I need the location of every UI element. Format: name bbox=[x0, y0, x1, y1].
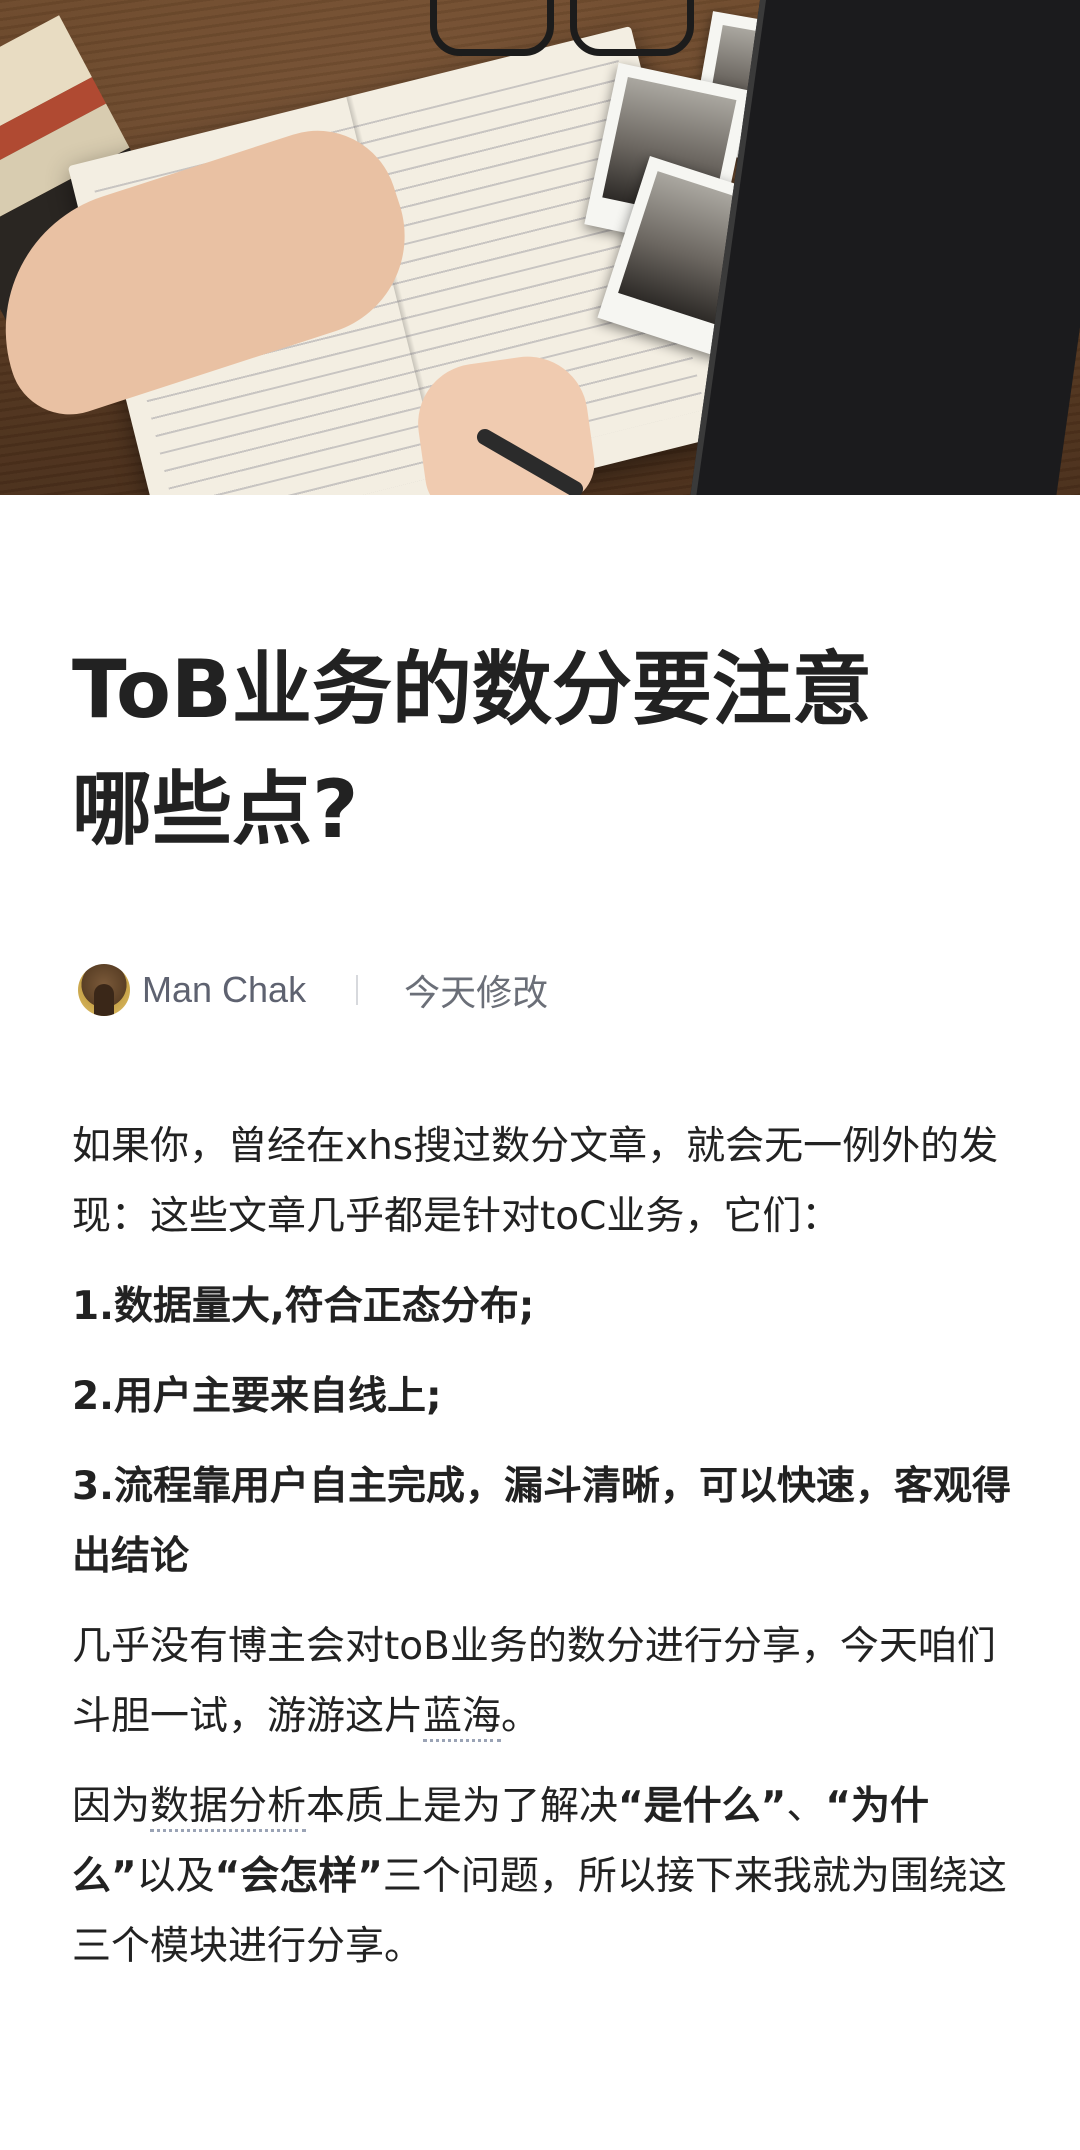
list-item: 1.数据量大,符合正态分布; bbox=[72, 1284, 535, 1329]
list-item: 3.流程靠用户自主完成，漏斗清晰，可以快速，客观得出结论 bbox=[72, 1464, 1011, 1579]
keyword-link-data-analysis[interactable]: 数据分析 bbox=[150, 1784, 307, 1832]
author-avatar[interactable] bbox=[78, 964, 130, 1016]
paragraph-three-questions: 因为数据分析本质上是为了解决“是什么”、“为什么”以及“会怎样”三个问题，所以接… bbox=[72, 1784, 1007, 1969]
article-title: ToB业务的数分要注意 哪些点? bbox=[72, 630, 1012, 870]
paragraph-blue-ocean: 几乎没有博主会对toB业务的数分进行分享，今天咱们斗胆一试，游游这片蓝海。 bbox=[72, 1612, 1032, 1752]
meta-divider bbox=[356, 975, 359, 1005]
author-name[interactable]: Man Chak bbox=[142, 969, 306, 1011]
article-meta: Man Chak 今天修改 bbox=[78, 962, 548, 1018]
keyword-link-blue-ocean[interactable]: 蓝海 bbox=[423, 1694, 502, 1742]
glasses bbox=[430, 0, 694, 62]
article-body: 如果你，曾经在xhs搜过数分文章，就会无一例外的发现：这些文章几乎都是针对toC… bbox=[72, 1112, 1032, 2002]
hero-image bbox=[0, 0, 1080, 495]
paragraph-intro: 如果你，曾经在xhs搜过数分文章，就会无一例外的发现：这些文章几乎都是针对toC… bbox=[72, 1124, 999, 1239]
title-line-1: ToB业务的数分要注意 bbox=[72, 643, 872, 736]
title-line-2: 哪些点? bbox=[72, 763, 359, 856]
list-item: 2.用户主要来自线上; bbox=[72, 1374, 442, 1419]
modified-date: 今天修改 bbox=[404, 973, 549, 1014]
